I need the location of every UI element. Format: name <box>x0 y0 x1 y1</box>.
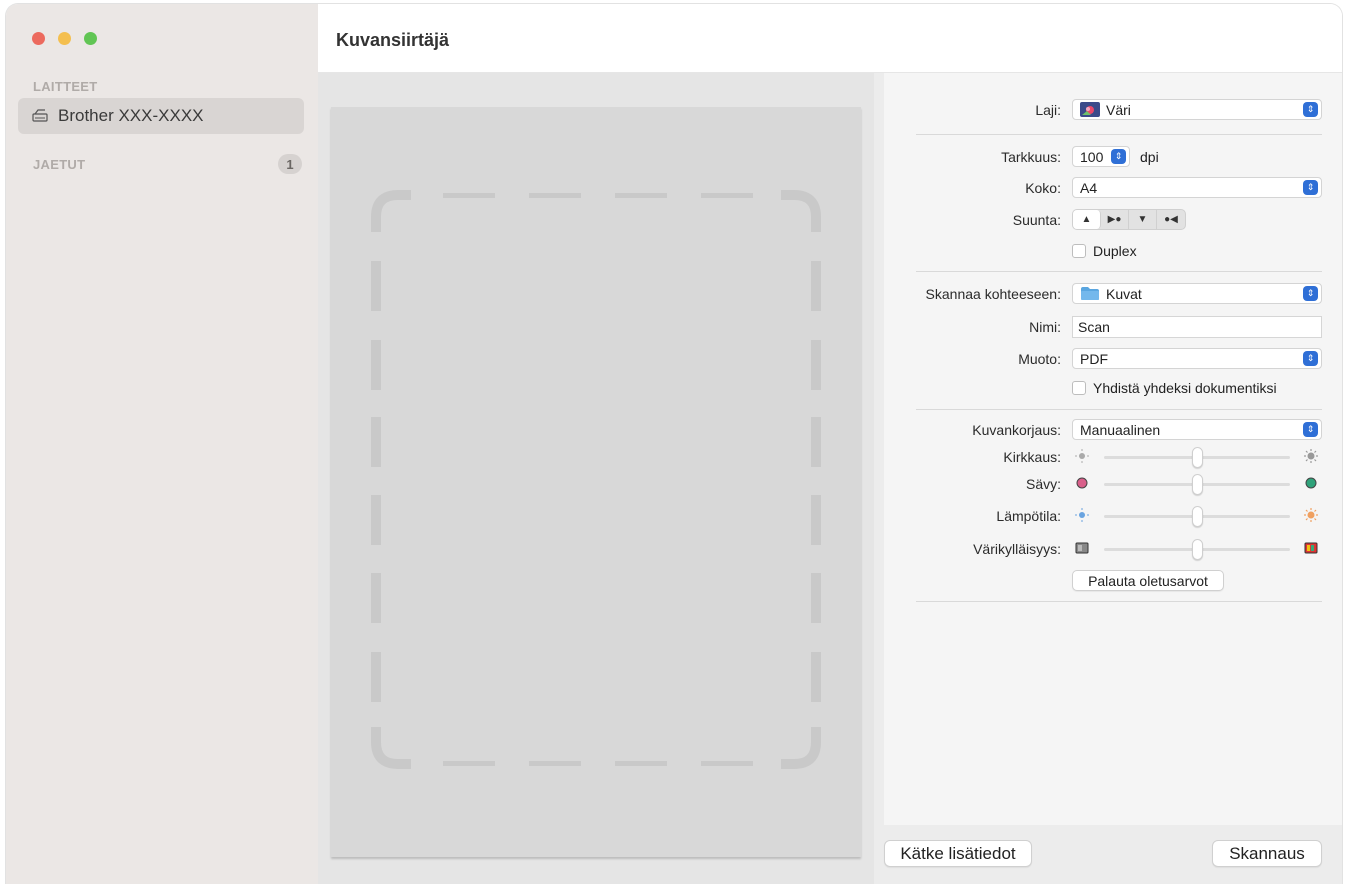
chevron-updown-icon: ⇕ <box>1303 351 1318 366</box>
image-capture-window: LAITTEET Brother XXX-XXXX JAETUT 1 Kuvan… <box>6 4 1342 884</box>
settings-panel: Laji: Väri ⇕ Tarkkuus: 100 ⇕ dpi Koko: A… <box>874 73 1342 884</box>
sidebar-item-device[interactable]: Brother XXX-XXXX <box>18 98 304 134</box>
name-field[interactable]: Scan <box>1072 316 1322 338</box>
rotate-right-icon[interactable]: ▶● <box>1101 210 1129 229</box>
divider <box>916 409 1322 410</box>
saturation-slider-track[interactable] <box>1104 539 1290 560</box>
brightness-slider-thumb[interactable] <box>1191 447 1203 468</box>
resolution-value: 100 <box>1080 148 1104 165</box>
temperature-label: Lämpötila: <box>996 508 1061 524</box>
brightness-low-icon <box>1075 449 1089 463</box>
saturation-high-icon <box>1304 542 1318 554</box>
resolution-select[interactable]: 100 ⇕ <box>1072 146 1130 167</box>
tint-green-icon <box>1305 477 1317 489</box>
combine-checkbox[interactable]: Yhdistä yhdeksi dokumentiksi <box>1072 380 1277 396</box>
chevron-updown-icon: ⇕ <box>1111 149 1126 164</box>
saturation-row: Värikylläisyys: <box>884 538 1342 560</box>
reset-defaults-button[interactable]: Palauta oletusarvot <box>1072 570 1224 591</box>
close-button[interactable] <box>32 32 45 45</box>
tint-magenta-icon <box>1076 477 1088 489</box>
kind-select[interactable]: Väri ⇕ <box>1072 99 1322 120</box>
tint-slider-thumb[interactable] <box>1191 474 1203 495</box>
brightness-high-icon <box>1304 449 1318 463</box>
temperature-row: Lämpötila: <box>884 505 1342 527</box>
duplex-label: Duplex <box>1093 243 1137 259</box>
format-label: Muoto: <box>1018 351 1061 367</box>
portrait-icon[interactable]: ▲ <box>1073 210 1101 229</box>
format-value: PDF <box>1080 350 1108 367</box>
rotate-left-icon[interactable]: ●◀ <box>1157 210 1185 229</box>
combine-label: Yhdistä yhdeksi dokumentiksi <box>1093 380 1277 396</box>
chevron-updown-icon: ⇕ <box>1303 286 1318 301</box>
tint-slider-track[interactable] <box>1104 474 1290 495</box>
temperature-slider-thumb[interactable] <box>1191 506 1203 527</box>
resolution-label: Tarkkuus: <box>1001 149 1061 165</box>
correction-value: Manuaalinen <box>1080 421 1161 438</box>
brightness-row: Kirkkaus: <box>884 446 1342 468</box>
window-title: Kuvansiirtäjä <box>336 30 450 50</box>
devices-header: LAITTEET <box>33 79 98 94</box>
divider <box>916 271 1322 272</box>
scan-to-label: Skannaa kohteeseen: <box>925 286 1061 302</box>
orientation-control: ▲ ▶● ▼ ●◀ <box>1072 209 1186 230</box>
hide-details-button[interactable]: Kätke lisätiedot <box>884 840 1032 867</box>
size-label: Koko: <box>1025 180 1061 196</box>
zoom-button[interactable] <box>84 32 97 45</box>
sidebar: LAITTEET Brother XXX-XXXX JAETUT 1 <box>6 4 318 884</box>
shared-count-badge: 1 <box>278 154 302 174</box>
format-select[interactable]: PDF ⇕ <box>1072 348 1322 369</box>
temperature-cool-icon <box>1075 508 1089 522</box>
color-photo-icon <box>1080 102 1100 117</box>
folder-icon <box>1081 287 1099 300</box>
minimize-button[interactable] <box>58 32 71 45</box>
chevron-updown-icon: ⇕ <box>1303 102 1318 117</box>
divider <box>916 134 1322 135</box>
brightness-slider-track[interactable] <box>1104 447 1290 468</box>
shared-header: JAETUT <box>33 157 86 172</box>
checkbox-box[interactable] <box>1072 381 1086 395</box>
divider <box>916 601 1322 602</box>
dashed-frame <box>371 190 821 769</box>
kind-label: Laji: <box>1035 102 1061 118</box>
size-value: A4 <box>1080 179 1098 196</box>
saturation-label: Värikylläisyys: <box>973 541 1061 557</box>
orientation-label: Suunta: <box>1012 212 1061 228</box>
chevron-updown-icon: ⇕ <box>1303 180 1318 195</box>
correction-label: Kuvankorjaus: <box>972 422 1061 438</box>
saturation-low-icon <box>1075 542 1089 554</box>
size-select[interactable]: A4 ⇕ <box>1072 177 1322 198</box>
scan-button[interactable]: Skannaus <box>1212 840 1322 867</box>
tint-row: Sävy: <box>884 473 1342 495</box>
toolbar: Kuvansiirtäjä <box>318 4 1342 73</box>
chevron-updown-icon: ⇕ <box>1303 422 1318 437</box>
scan-to-select[interactable]: Kuvat ⇕ <box>1072 283 1322 304</box>
temperature-warm-icon <box>1304 508 1318 522</box>
window-controls <box>32 32 97 45</box>
kind-value: Väri <box>1106 101 1131 118</box>
tint-label: Sävy: <box>1025 476 1061 492</box>
settings-content: Laji: Väri ⇕ Tarkkuus: 100 ⇕ dpi Koko: A… <box>884 73 1342 825</box>
preview-area <box>318 73 874 884</box>
checkbox-box[interactable] <box>1072 244 1086 258</box>
scanner-icon <box>32 109 48 122</box>
brightness-label: Kirkkaus: <box>1003 449 1061 465</box>
scan-to-value: Kuvat <box>1106 285 1142 302</box>
correction-select[interactable]: Manuaalinen ⇕ <box>1072 419 1322 440</box>
saturation-slider-thumb[interactable] <box>1191 539 1203 560</box>
duplex-checkbox[interactable]: Duplex <box>1072 243 1137 259</box>
scan-preview[interactable] <box>331 107 861 857</box>
device-name: Brother XXX-XXXX <box>58 106 204 125</box>
resolution-unit: dpi <box>1140 149 1159 165</box>
temperature-slider-track[interactable] <box>1104 506 1290 527</box>
upside-down-icon[interactable]: ▼ <box>1129 210 1157 229</box>
name-label: Nimi: <box>1029 319 1061 335</box>
